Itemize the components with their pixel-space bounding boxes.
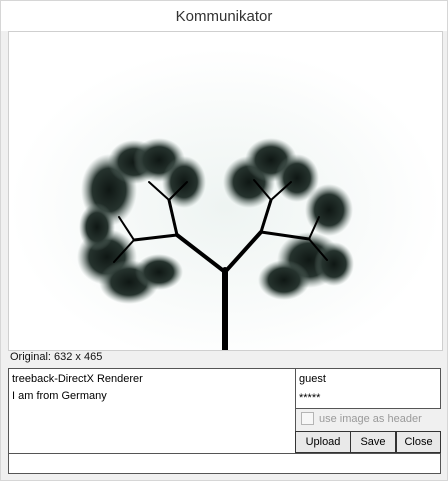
image-preview xyxy=(8,31,443,351)
save-button[interactable]: Save xyxy=(350,431,396,453)
header-checkbox[interactable] xyxy=(301,412,314,425)
kommunikator-window: Kommunikator Original: 632 x 465 treebac… xyxy=(0,0,448,481)
status-bar xyxy=(8,453,441,474)
message-field[interactable]: I am from Germany xyxy=(8,388,296,454)
username-field[interactable] xyxy=(295,368,441,389)
fractal-tree-image xyxy=(9,32,442,350)
header-checkbox-row[interactable]: use image as header xyxy=(301,412,422,425)
upload-button[interactable]: Upload xyxy=(295,431,351,453)
title-field[interactable] xyxy=(8,368,296,389)
close-button[interactable]: Close xyxy=(396,431,441,453)
password-field[interactable] xyxy=(295,388,441,409)
image-size-caption: Original: 632 x 465 xyxy=(10,351,103,363)
window-title: Kommunikator xyxy=(1,1,447,31)
header-checkbox-label: use image as header xyxy=(319,412,422,425)
